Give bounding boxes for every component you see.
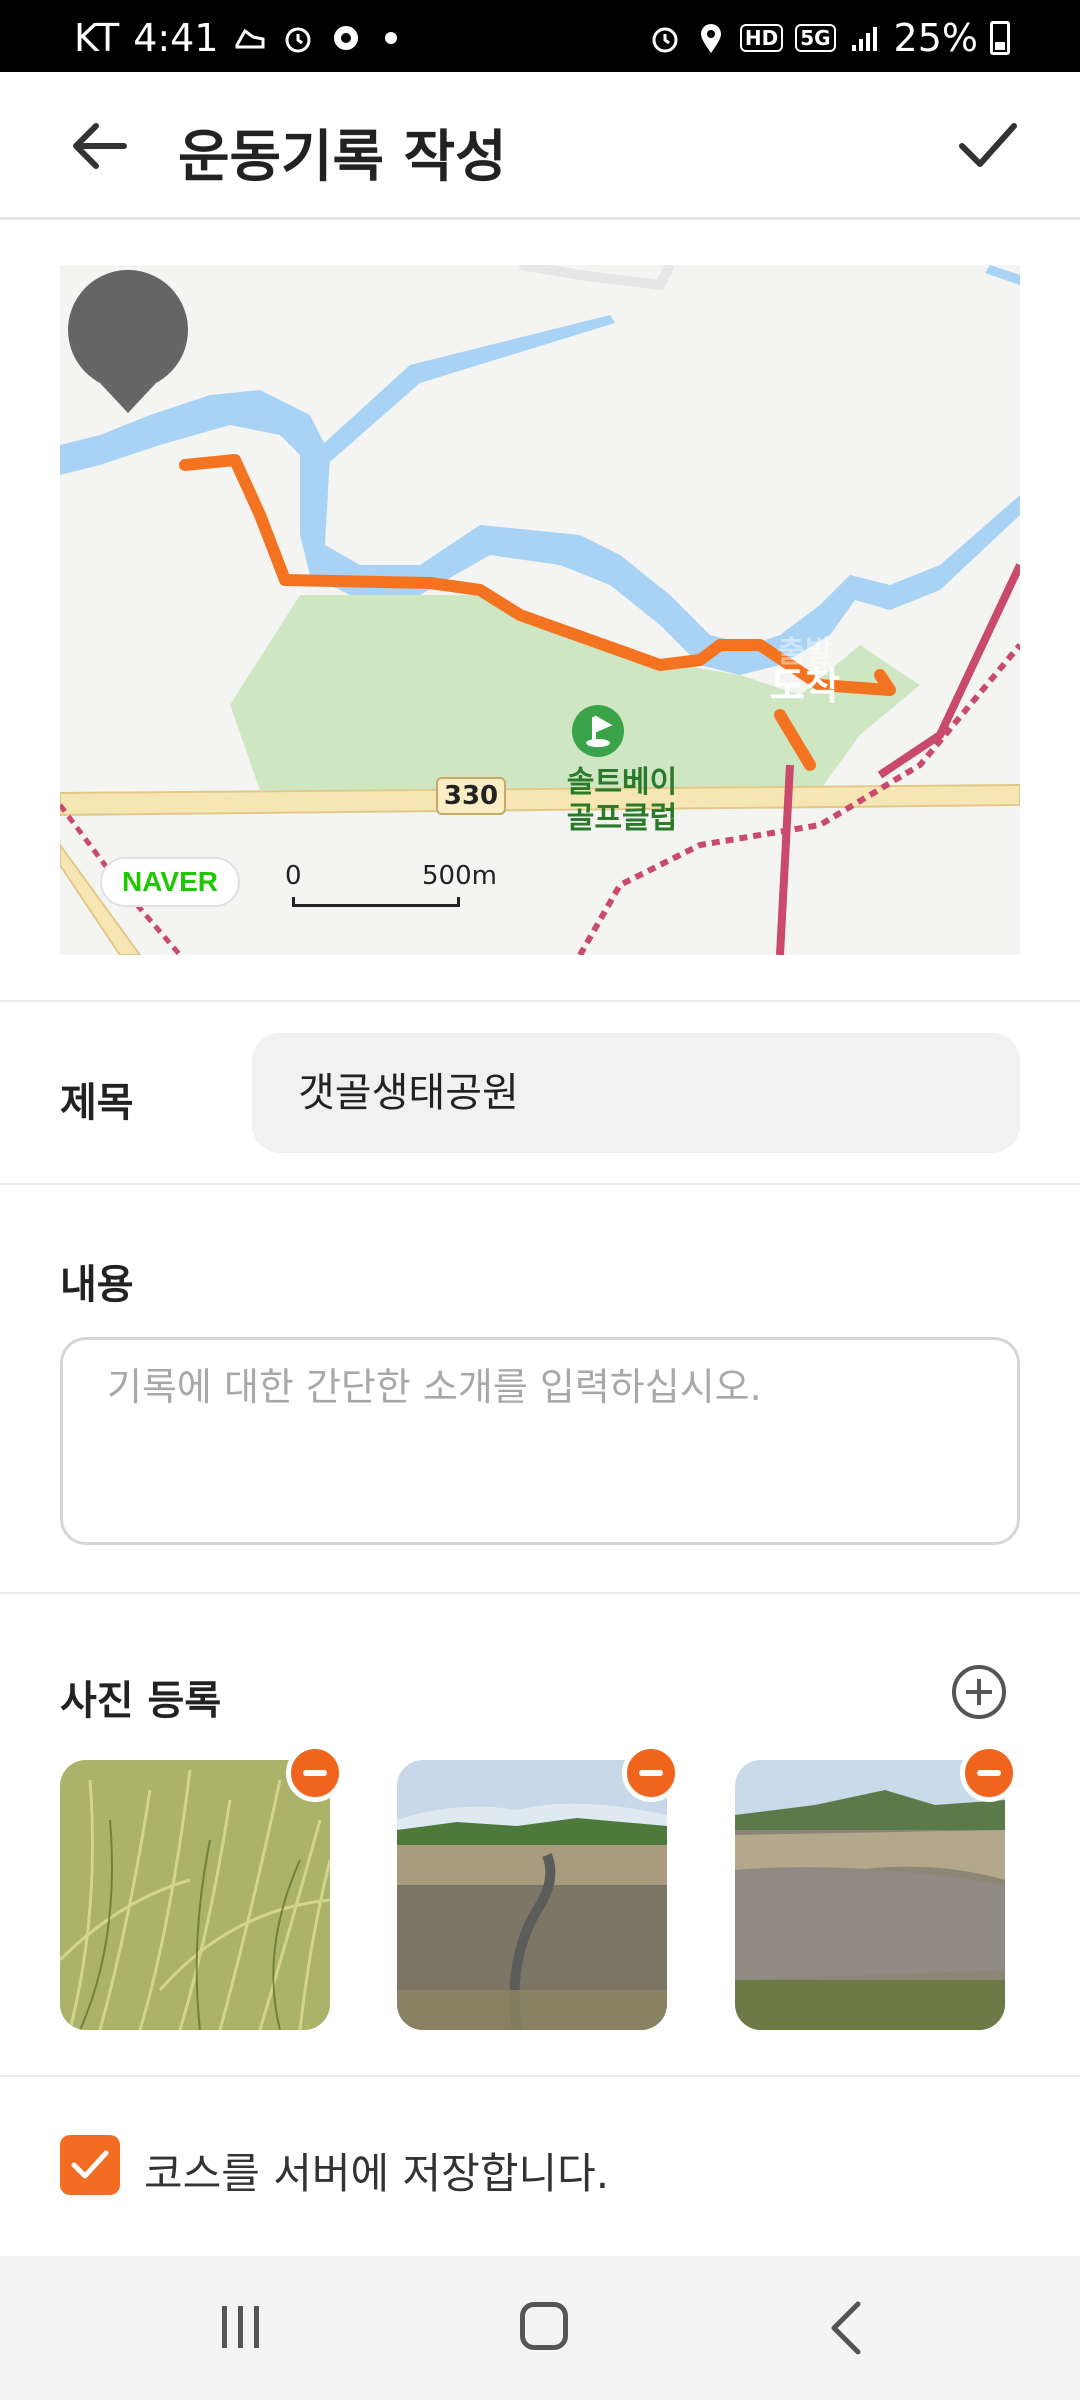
- route-map[interactable]: 330 솔트베이 골프클럽 출발 도착 NAVER 0 500m: [60, 265, 1020, 955]
- plus-circle-icon[interactable]: [952, 1665, 1006, 1719]
- photos-label: 사진 등록: [60, 1678, 222, 1724]
- chevron-left-icon[interactable]: [826, 2300, 866, 2356]
- battery-percent: 25%: [893, 16, 978, 60]
- hd-badge: HD: [739, 24, 784, 52]
- status-left: KT 4:41: [74, 16, 397, 60]
- checkmark-icon: [71, 2150, 109, 2179]
- battery-icon: [990, 21, 1010, 55]
- map-pin-icon: [68, 269, 188, 413]
- scale-bar: [292, 897, 460, 907]
- page-title: 운동기록 작성: [178, 125, 507, 190]
- clock-label: 4:41: [133, 16, 219, 60]
- network-badge: 5G: [795, 24, 836, 52]
- carrier-label: KT: [74, 16, 120, 60]
- signal-icon: [851, 27, 877, 51]
- title-label: 제목: [60, 1080, 134, 1126]
- location-icon: [700, 24, 721, 53]
- recent-apps-icon[interactable]: [218, 2304, 264, 2350]
- system-nav-bar: [0, 2256, 1080, 2400]
- scale-end-label: 500m: [422, 861, 497, 891]
- notification-dot-icon: [384, 32, 397, 44]
- divider: [0, 1000, 1080, 1002]
- alarm-icon: [285, 27, 311, 53]
- grass-photo: [60, 1760, 330, 2030]
- minus-circle-icon[interactable]: [622, 1744, 680, 1802]
- save-course-label[interactable]: 코스를 서버에 저장합니다.: [144, 2140, 609, 2201]
- title-input[interactable]: 갯골생태공원: [252, 1033, 1020, 1153]
- content-textarea[interactable]: 기록에 대한 간단한 소개를 입력하십시오.: [60, 1337, 1020, 1545]
- map-canvas: [60, 265, 1020, 955]
- minus-circle-icon[interactable]: [286, 1744, 344, 1802]
- home-icon[interactable]: [520, 2302, 568, 2350]
- arrow-left-icon[interactable]: [68, 116, 132, 176]
- poi-name-line1: 솔트베이: [566, 765, 678, 800]
- divider: [0, 1183, 1080, 1185]
- content-label: 내용: [60, 1262, 134, 1308]
- poi-name-line2: 골프클럽: [566, 801, 678, 836]
- photo-thumbnail[interactable]: [397, 1760, 667, 2030]
- save-course-checkbox[interactable]: [60, 2135, 120, 2195]
- poi-label: 솔트베이 골프클럽: [532, 765, 712, 837]
- golf-flag-icon: [572, 705, 624, 757]
- status-right: HD 5G 25%: [648, 16, 1010, 60]
- divider: [0, 1592, 1080, 1594]
- app-bar: 운동기록 작성: [0, 72, 1080, 220]
- pin-end-label: 도착: [770, 664, 840, 708]
- status-bar: KT 4:41 HD 5G 25%: [0, 0, 1080, 72]
- checkmark-icon[interactable]: [956, 112, 1020, 176]
- tidal-flat-photo: [735, 1760, 1005, 2030]
- mudflat-channel-photo: [397, 1760, 667, 2030]
- divider: [0, 2075, 1080, 2077]
- alarm-icon: [652, 27, 678, 53]
- running-shoe-icon: [235, 28, 265, 49]
- sync-icon: [333, 26, 358, 50]
- scale-start-label: 0: [285, 861, 302, 891]
- photo-thumbnail[interactable]: [735, 1760, 1005, 2030]
- minus-circle-icon[interactable]: [960, 1744, 1018, 1802]
- road-number-badge: 330: [436, 777, 506, 815]
- naver-logo: NAVER: [100, 857, 240, 907]
- photo-thumbnail[interactable]: [60, 1760, 330, 2030]
